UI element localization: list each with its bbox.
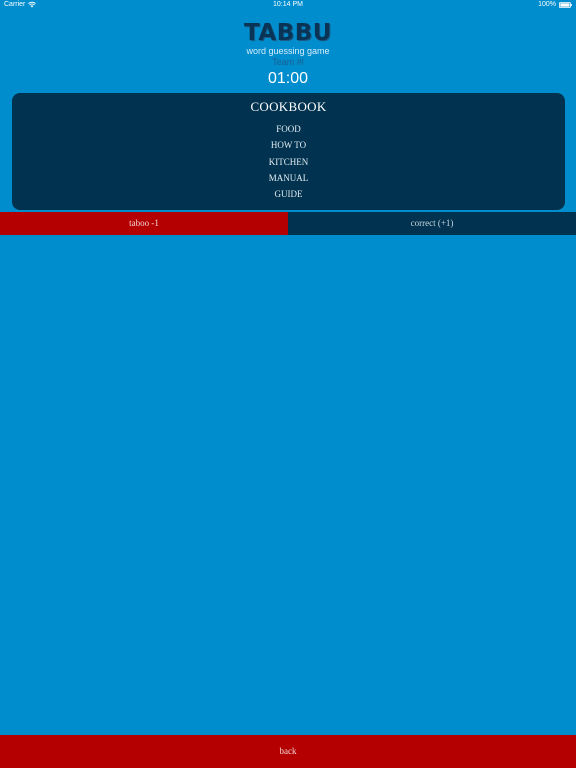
status-time: 10:14 PM bbox=[273, 1, 303, 8]
taboo-word-list: FOOD HOW TO KITCHEN MANUAL GUIDE bbox=[12, 121, 565, 202]
taboo-word: GUIDE bbox=[274, 189, 303, 200]
back-button[interactable]: back bbox=[0, 735, 576, 768]
team-label: Team #l bbox=[272, 57, 304, 67]
taboo-word: HOW TO bbox=[270, 140, 307, 151]
word-card: COOKBOOK FOOD HOW TO KITCHEN MANUAL GUID… bbox=[12, 93, 565, 210]
taboo-word: KITCHEN bbox=[268, 156, 309, 167]
app-subtitle: word guessing game bbox=[246, 46, 330, 56]
status-bar: Carrier 10:14 PM 100% bbox=[0, 0, 576, 11]
taboo-word: FOOD bbox=[276, 124, 301, 134]
correct-button[interactable]: correct (+1) bbox=[288, 212, 576, 235]
battery-icon bbox=[559, 1, 572, 8]
status-right: 100% bbox=[538, 1, 572, 8]
countdown-timer: 01:00 bbox=[267, 70, 309, 87]
card-main-word: COOKBOOK bbox=[250, 99, 327, 114]
taboo-button[interactable]: taboo -1 bbox=[0, 212, 288, 235]
battery-percent: 100% bbox=[538, 1, 556, 8]
app-logo: TABBU bbox=[244, 20, 332, 46]
taboo-word: MANUAL bbox=[268, 172, 309, 183]
